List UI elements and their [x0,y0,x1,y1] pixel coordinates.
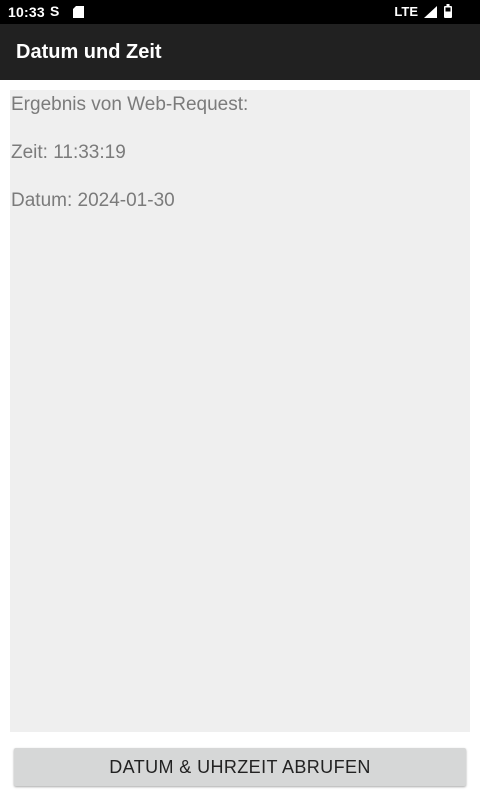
result-date: Datum: 2024-01-30 [11,190,175,211]
result-heading: Ergebnis von Web-Request: [11,94,249,115]
signal-icon [424,6,437,18]
result-panel: Ergebnis von Web-Request: Zeit: 11:33:19… [10,90,470,732]
network-type-label: LTE [394,4,418,19]
s-icon: S [50,3,60,19]
sd-card-icon [73,6,84,18]
fetch-datetime-button[interactable]: DATUM & UHRZEIT ABRUFEN [14,748,466,786]
app-bar: Datum und Zeit [0,24,480,80]
battery-icon [444,4,452,18]
result-time: Zeit: 11:33:19 [11,142,126,163]
app-title: Datum und Zeit [16,41,162,63]
status-time: 10:33 [8,4,45,20]
status-bar: 10:33 S LTE [0,0,480,24]
